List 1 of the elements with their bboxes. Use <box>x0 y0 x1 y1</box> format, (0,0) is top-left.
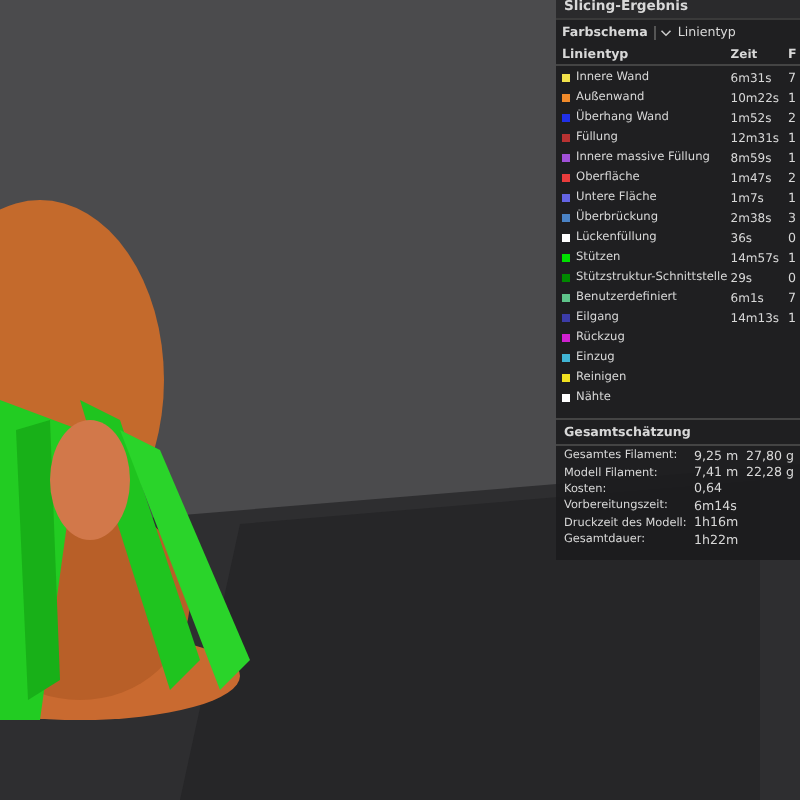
chevron-down-icon <box>659 28 672 38</box>
